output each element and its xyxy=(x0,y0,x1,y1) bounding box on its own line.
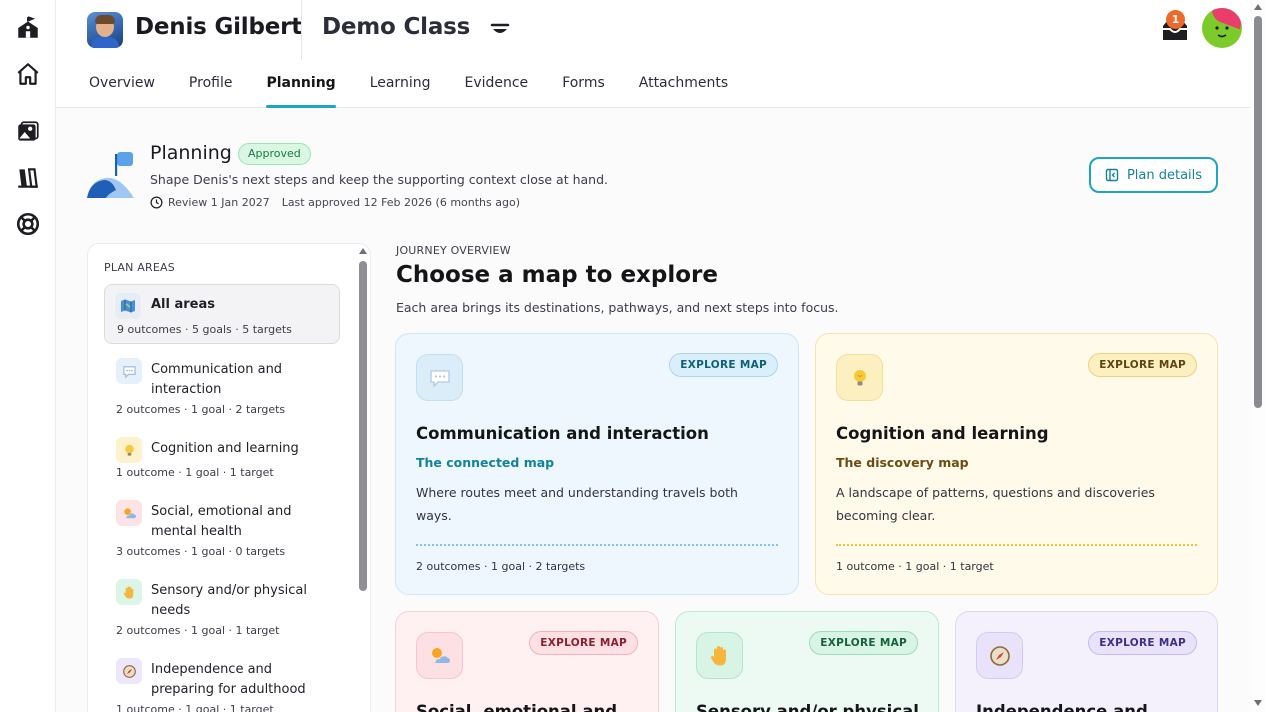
card-title: Independence and xyxy=(976,702,1148,712)
card-subtitle: The discovery map xyxy=(836,455,969,470)
card-title: Social, emotional and xyxy=(416,702,618,712)
card-title: Cognition and learning xyxy=(836,424,1049,443)
header: Denis Gilbert Demo Class 1 Overview Prof… xyxy=(56,0,1250,108)
area-item-independence[interactable]: Independence and preparing for adulthood… xyxy=(104,656,340,712)
header-divider xyxy=(301,0,302,60)
plan-meta: Review 1 Jan 2027 Last approved 12 Feb 2… xyxy=(150,196,520,209)
compass-icon xyxy=(116,658,142,684)
student-avatar[interactable] xyxy=(87,12,123,48)
area-label: Cognition and learning xyxy=(151,441,299,456)
plan-areas-panel: PLAN AREAS All areas 9 outcomes · 5 goal… xyxy=(87,243,371,712)
gallery-icon[interactable] xyxy=(14,118,42,146)
area-item-sensory-physical[interactable]: Sensory and/or physical needs 2 outcomes… xyxy=(104,577,340,641)
page-scrollbar-thumb[interactable] xyxy=(1254,16,1262,408)
journey-subtitle: Each area brings its destinations, pathw… xyxy=(396,300,839,315)
journey-kicker: JOURNEY OVERVIEW xyxy=(396,244,511,257)
planning-illustration xyxy=(87,152,134,198)
map-card-social-emotional[interactable]: EXPLORE MAP Social, emotional and xyxy=(395,611,659,712)
card-divider xyxy=(836,544,1197,546)
card-counts: 1 outcome · 1 goal · 1 target xyxy=(836,560,994,573)
hand-icon xyxy=(696,632,743,679)
area-counts: 9 outcomes · 5 goals · 5 targets xyxy=(117,323,292,336)
explore-map-button[interactable]: EXPLORE MAP xyxy=(809,631,918,655)
card-divider xyxy=(416,544,778,546)
map-icon xyxy=(115,293,141,319)
home-icon[interactable] xyxy=(14,60,42,88)
explore-map-button[interactable]: EXPLORE MAP xyxy=(1088,631,1197,655)
tab-profile[interactable]: Profile xyxy=(189,66,233,108)
tab-attachments[interactable]: Attachments xyxy=(639,66,728,108)
card-description: A landscape of patterns, questions and d… xyxy=(836,485,1155,523)
tab-overview[interactable]: Overview xyxy=(89,66,155,108)
speech-bubble-icon xyxy=(116,358,142,384)
compass-icon xyxy=(976,632,1023,679)
page-subtitle: Shape Denis's next steps and keep the su… xyxy=(150,172,609,187)
explore-map-button[interactable]: EXPLORE MAP xyxy=(1088,353,1197,377)
area-item-social-emotional[interactable]: Social, emotional and mental health 3 ou… xyxy=(104,498,340,562)
plan-areas-heading: PLAN AREAS xyxy=(104,261,175,274)
plan-details-label: Plan details xyxy=(1126,167,1203,183)
student-name[interactable]: Denis Gilbert xyxy=(135,14,302,40)
area-counts: 1 outcome · 1 goal · 1 target xyxy=(116,466,274,479)
tab-evidence[interactable]: Evidence xyxy=(464,66,528,108)
panel-icon xyxy=(1105,168,1119,182)
journey-title: Choose a map to explore xyxy=(396,262,718,288)
lightbulb-icon xyxy=(836,354,883,401)
area-label: All areas xyxy=(151,297,216,312)
map-card-independence[interactable]: EXPLORE MAP Independence and xyxy=(955,611,1218,712)
lifebuoy-icon[interactable] xyxy=(14,210,42,238)
panel-scrollbar[interactable] xyxy=(359,261,367,591)
clock-icon xyxy=(150,196,163,209)
page-scroll-up-arrow[interactable] xyxy=(1254,4,1262,10)
area-item-all[interactable]: All areas 9 outcomes · 5 goals · 5 targe… xyxy=(104,284,340,344)
last-approved: Last approved 12 Feb 2026 (6 months ago) xyxy=(281,196,520,209)
card-subtitle: The connected map xyxy=(416,455,555,470)
card-title: Sensory and/or physical xyxy=(696,702,919,712)
explore-map-button[interactable]: EXPLORE MAP xyxy=(669,353,778,377)
chevron-down-icon[interactable] xyxy=(490,22,510,38)
area-label: Independence and preparing for adulthood xyxy=(151,662,306,697)
panel-scroll-up-arrow[interactable] xyxy=(359,248,367,254)
notification-badge: 1 xyxy=(1166,10,1185,29)
area-item-cognition[interactable]: Cognition and learning 1 outcome · 1 goa… xyxy=(104,435,340,481)
hand-icon xyxy=(116,579,142,605)
area-counts: 1 outcome · 1 goal · 1 target xyxy=(116,703,274,712)
speech-bubble-icon xyxy=(416,354,463,401)
status-badge: Approved xyxy=(238,143,311,165)
school-icon[interactable] xyxy=(14,14,42,42)
area-label: Sensory and/or physical needs xyxy=(151,583,307,618)
tab-planning[interactable]: Planning xyxy=(266,66,336,108)
map-card-cognition[interactable]: EXPLORE MAP Cognition and learning The d… xyxy=(815,333,1218,595)
area-item-communication[interactable]: Communication and interaction 2 outcomes… xyxy=(104,356,340,420)
sun-cloud-icon xyxy=(116,500,142,526)
class-name[interactable]: Demo Class xyxy=(322,14,470,40)
explore-map-button[interactable]: EXPLORE MAP xyxy=(529,631,638,655)
area-counts: 2 outcomes · 1 goal · 2 targets xyxy=(116,403,286,416)
map-card-communication[interactable]: EXPLORE MAP Communication and interactio… xyxy=(395,333,799,595)
tab-bar: Overview Profile Planning Learning Evide… xyxy=(89,66,762,108)
tab-forms[interactable]: Forms xyxy=(562,66,605,108)
plan-details-button[interactable]: Plan details xyxy=(1089,157,1218,193)
books-icon[interactable] xyxy=(14,164,42,192)
review-date: Review 1 Jan 2027 xyxy=(168,196,270,209)
sun-cloud-icon xyxy=(416,632,463,679)
map-card-sensory-physical[interactable]: EXPLORE MAP Sensory and/or physical xyxy=(675,611,939,712)
card-description: Where routes meet and understanding trav… xyxy=(416,485,738,523)
card-title: Communication and interaction xyxy=(416,424,709,443)
lightbulb-icon xyxy=(116,437,142,463)
user-avatar[interactable] xyxy=(1202,8,1242,48)
page-title: Planning xyxy=(150,142,232,164)
area-counts: 3 outcomes · 1 goal · 0 targets xyxy=(116,545,286,558)
tab-learning[interactable]: Learning xyxy=(370,66,431,108)
area-counts: 2 outcomes · 1 goal · 1 target xyxy=(116,624,280,637)
area-label: Social, emotional and mental health xyxy=(151,504,292,539)
area-label: Communication and interaction xyxy=(151,362,283,397)
left-rail xyxy=(0,0,56,712)
card-counts: 2 outcomes · 1 goal · 2 targets xyxy=(416,560,586,573)
page-scroll-down-arrow[interactable] xyxy=(1254,700,1262,706)
